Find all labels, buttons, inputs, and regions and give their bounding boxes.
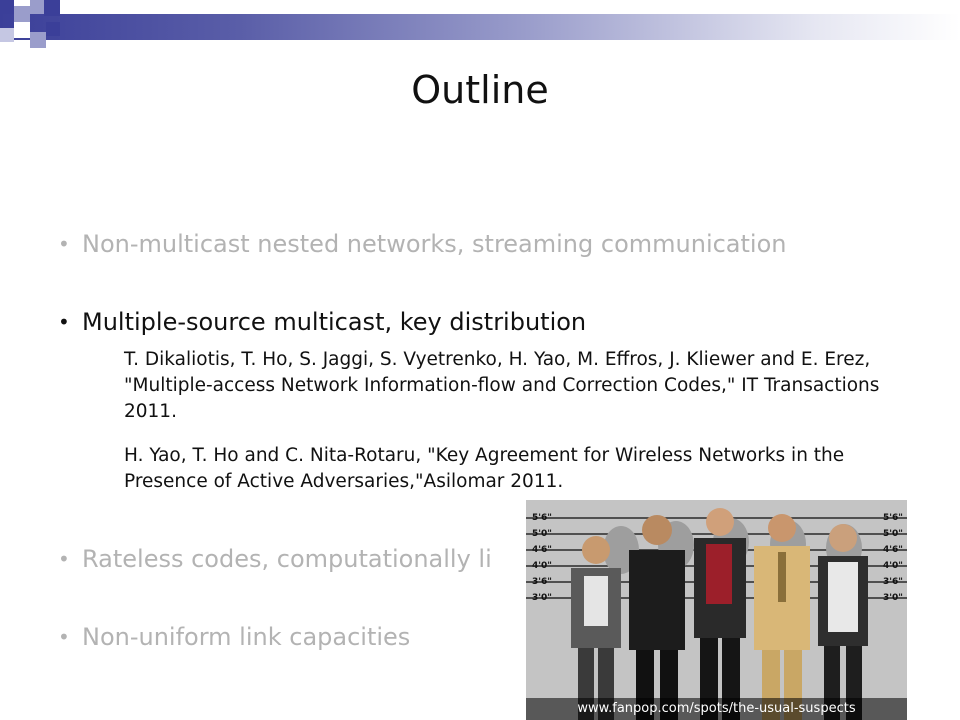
image-credit: www.fanpop.com/spots/the-usual-suspects <box>526 698 907 720</box>
height-mark: 5'6" <box>883 513 903 523</box>
bullet-dot: • <box>58 232 70 256</box>
slide-title: Outline <box>411 68 549 112</box>
height-mark: 4'6" <box>532 545 552 555</box>
lineup-illustration <box>526 500 907 720</box>
height-mark: 4'0" <box>532 561 552 571</box>
decor-square <box>0 0 14 14</box>
bullet-dot: • <box>58 547 70 571</box>
header-gradient-band <box>0 14 960 40</box>
usual-suspects-photo: 5'6" 5'0" 4'6" 4'0" 3'6" 3'0" 5'6" 5'0" … <box>526 500 907 720</box>
decor-square <box>30 32 46 48</box>
height-mark: 3'6" <box>532 577 552 587</box>
decor-square <box>46 22 60 36</box>
decor-square <box>0 28 14 42</box>
decor-square <box>30 0 44 14</box>
height-mark: 3'6" <box>883 577 903 587</box>
decor-square <box>14 22 30 38</box>
height-mark: 3'0" <box>532 593 552 603</box>
height-mark: 3'0" <box>883 593 903 603</box>
bullet-text: Non-multicast nested networks, streaming… <box>82 230 787 258</box>
bullet-dot: • <box>58 625 70 649</box>
decor-square <box>14 6 30 22</box>
bullet-dot: • <box>58 310 70 334</box>
height-scale-right: 5'6" 5'0" 4'6" 4'0" 3'6" 3'0" <box>883 510 903 606</box>
height-mark: 5'6" <box>532 513 552 523</box>
reference-citation: T. Dikaliotis, T. Ho, S. Jaggi, S. Vyetr… <box>124 349 880 422</box>
bullet-text: Non-uniform link capacities <box>82 623 411 651</box>
height-mark: 4'6" <box>883 545 903 555</box>
height-mark: 5'0" <box>532 529 552 539</box>
reference-citation: H. Yao, T. Ho and C. Nita-Rotaru, "Key A… <box>124 445 845 492</box>
bullet-text: Rateless codes, computationally li <box>82 545 492 573</box>
height-scale-left: 5'6" 5'0" 4'6" 4'0" 3'6" 3'0" <box>532 510 552 606</box>
decor-square <box>44 0 60 16</box>
header-decoration <box>0 0 960 60</box>
height-mark: 4'0" <box>883 561 903 571</box>
height-mark: 5'0" <box>883 529 903 539</box>
bullet-text: Multiple-source multicast, key distribut… <box>82 308 587 336</box>
